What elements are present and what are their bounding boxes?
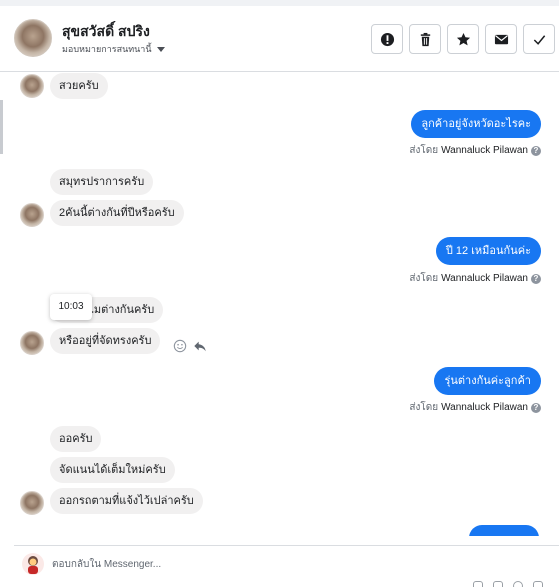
- header-actions: [371, 24, 555, 54]
- mark-unread-button[interactable]: [485, 24, 517, 54]
- outgoing-message[interactable]: ปี 12 เหมือนกันค่ะ: [435, 237, 541, 265]
- image-icon[interactable]: [493, 581, 503, 587]
- message-thread[interactable]: สวยครับ ลูกค้าอยู่จังหวัดอะไรคะ ส่งโดย W…: [0, 72, 559, 536]
- star-icon: [456, 32, 470, 45]
- customer-avatar[interactable]: [14, 19, 52, 57]
- incoming-message[interactable]: ออกรถตามที่แจ้งไว้เปล่าครับ: [50, 488, 203, 514]
- agent-avatar: [22, 553, 44, 575]
- incoming-message[interactable]: สมุทรปราการครับ: [50, 169, 154, 195]
- sender-avatar: [20, 203, 44, 227]
- incoming-message[interactable]: สวยครับ: [50, 73, 108, 99]
- sent-by-prefix: ส่งโดย: [409, 273, 439, 284]
- caret-down-icon: [156, 46, 165, 52]
- incoming-message[interactable]: ออครับ: [50, 426, 102, 452]
- agent-name: Wannaluck Pilawan: [441, 402, 528, 413]
- timestamp-tooltip: 10:03: [50, 294, 92, 320]
- composer-tools: [473, 581, 543, 587]
- mark-done-button[interactable]: [523, 24, 555, 54]
- sender-avatar: [20, 74, 44, 98]
- exclamation-circle-icon: [380, 32, 394, 46]
- check-icon: [533, 34, 545, 45]
- sent-by-label: ส่งโดย Wannaluck Pilawan ?: [409, 271, 541, 286]
- sender-avatar: [20, 331, 44, 355]
- incoming-message[interactable]: 2คันนี้ต่างกันที่ปีหรือครับ: [50, 200, 184, 226]
- help-icon[interactable]: ?: [531, 145, 541, 156]
- attachment-icon[interactable]: [473, 581, 483, 587]
- smiley-icon[interactable]: [173, 339, 187, 353]
- outgoing-message-partial[interactable]: [469, 525, 539, 536]
- sent-by-prefix: ส่งโดย: [409, 402, 439, 413]
- sent-by-prefix: ส่งโดย: [409, 145, 439, 156]
- incoming-message[interactable]: จัดแนนได้เต็มใหม่ครับ: [50, 457, 175, 483]
- mark-important-button[interactable]: [371, 24, 403, 54]
- reply-input[interactable]: [52, 554, 452, 574]
- sent-by-label: ส่งโดย Wannaluck Pilawan ?: [409, 143, 541, 158]
- customer-name[interactable]: สุขสวัสดิ์ สปริง: [62, 21, 150, 43]
- reply-icon[interactable]: [193, 339, 207, 353]
- outgoing-message[interactable]: ลูกค้าอยู่จังหวัดอะไรคะ: [411, 110, 541, 138]
- envelope-icon: [494, 34, 508, 44]
- reply-composer: [14, 545, 559, 587]
- help-icon[interactable]: ?: [531, 273, 541, 284]
- agent-name: Wannaluck Pilawan: [441, 273, 528, 284]
- scrollbar-thumb[interactable]: [0, 100, 3, 154]
- delete-button[interactable]: [409, 24, 441, 54]
- sent-by-label: ส่งโดย Wannaluck Pilawan ?: [409, 400, 541, 415]
- star-button[interactable]: [447, 24, 479, 54]
- sender-avatar: [20, 491, 44, 515]
- assign-conversation-dropdown[interactable]: มอบหมายการสนทนานี้: [62, 42, 165, 56]
- outgoing-message[interactable]: รุ่นต่างกันค่ะลูกค้า: [434, 367, 541, 395]
- agent-avatar-illustration: [28, 556, 38, 574]
- help-icon[interactable]: ?: [531, 402, 541, 413]
- incoming-message[interactable]: หรืออยู่ที่จัดทรงครับ: [50, 328, 161, 354]
- emoji-icon[interactable]: [513, 581, 523, 587]
- assign-label: มอบหมายการสนทนานี้: [62, 44, 152, 54]
- conversation-header: สุขสวัสดิ์ สปริง มอบหมายการสนทนานี้: [0, 6, 559, 72]
- saved-reply-icon[interactable]: [533, 581, 543, 587]
- agent-name: Wannaluck Pilawan: [441, 145, 528, 156]
- trash-icon: [420, 32, 430, 46]
- message-tools: [173, 339, 207, 353]
